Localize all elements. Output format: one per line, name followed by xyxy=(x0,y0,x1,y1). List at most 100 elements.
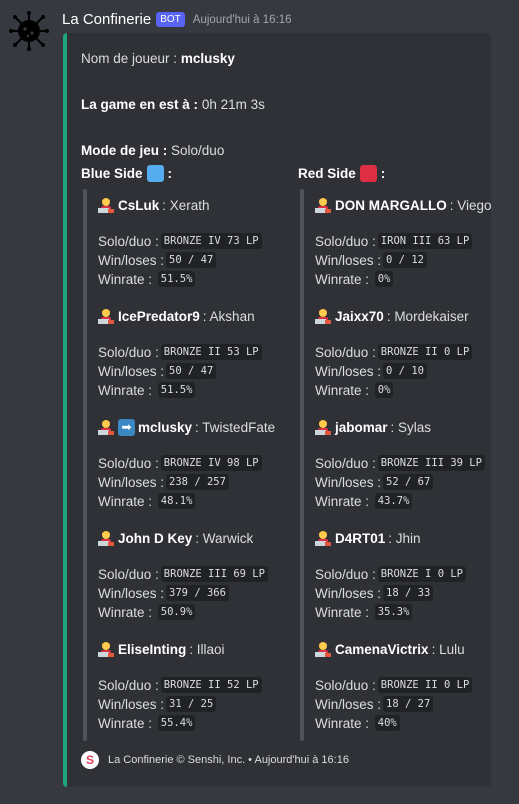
wl-label: Win/loses : xyxy=(98,474,165,490)
rank-value: BRONZE III 39 LP xyxy=(377,455,485,471)
game-mode-field: Mode de jeu : Solo/duo xyxy=(81,143,224,158)
champion: : Lulu xyxy=(431,642,465,657)
winrate-label: Winrate : xyxy=(98,382,153,398)
winrate-label: Winrate : xyxy=(315,604,370,620)
wl-value: 238 / 257 xyxy=(166,474,229,490)
wl-label: Win/loses : xyxy=(315,474,382,490)
technologist-icon xyxy=(315,641,332,658)
blockquote-bar xyxy=(83,189,87,741)
technologist-icon xyxy=(315,308,332,325)
blockquote-bar xyxy=(300,189,304,741)
winrate-label: Winrate : xyxy=(98,604,153,620)
rank-label: Solo/duo : xyxy=(315,344,376,360)
team-color-square-icon xyxy=(359,165,377,182)
winrate-value: 40% xyxy=(374,715,400,731)
champion: : Jhin xyxy=(388,531,421,546)
winrate-label: Winrate : xyxy=(98,715,153,731)
senshi-logo-icon: S xyxy=(81,751,99,769)
team-title: Blue Side: xyxy=(81,165,172,182)
team-color-square-icon xyxy=(146,165,164,182)
champion: : Xerath xyxy=(162,198,210,213)
player-name: D4RT01 xyxy=(335,531,386,546)
champion: : TwistedFate xyxy=(195,420,276,435)
username[interactable]: La Confinerie xyxy=(62,11,151,28)
team-name: Red Side xyxy=(298,166,356,181)
winrate-value: 50.9% xyxy=(157,604,196,620)
player-name: John D Key xyxy=(118,531,193,546)
field-value: Solo/duo xyxy=(171,143,225,158)
wl-value: 31 / 25 xyxy=(166,696,217,712)
winrate-label: Winrate : xyxy=(315,271,370,287)
player-name: mclusky xyxy=(138,420,193,435)
field-label: La game en est à : xyxy=(81,97,199,112)
wl-value: 0 / 10 xyxy=(383,363,427,379)
rank-label: Solo/duo : xyxy=(315,566,376,582)
rank-value: IRON III 63 LP xyxy=(377,233,473,249)
embed-footer: S La Confinerie © Senshi, Inc. • Aujourd… xyxy=(81,751,349,769)
rank-value: BRONZE III 69 LP xyxy=(160,566,268,582)
rank-value: BRONZE IV 98 LP xyxy=(160,455,262,471)
winrate-label: Winrate : xyxy=(98,271,153,287)
technologist-icon xyxy=(98,419,115,436)
technologist-icon xyxy=(98,197,115,214)
player-name: IcePredator9 xyxy=(118,309,200,324)
winrate-value: 48.1% xyxy=(157,493,196,509)
wl-value: 18 / 33 xyxy=(383,585,434,601)
wl-value: 379 / 366 xyxy=(166,585,229,601)
technologist-icon xyxy=(98,641,115,658)
winrate-label: Winrate : xyxy=(315,382,370,398)
player-name: CsLuk xyxy=(118,198,160,213)
player-name: Jaixx70 xyxy=(335,309,384,324)
wl-label: Win/loses : xyxy=(98,252,165,268)
rank-label: Solo/duo : xyxy=(98,566,159,582)
field-value: 0h 21m 3s xyxy=(201,97,265,112)
bot-badge: BOT xyxy=(156,12,185,27)
wl-label: Win/loses : xyxy=(315,363,382,379)
winrate-value: 35.3% xyxy=(374,604,413,620)
champion: : Sylas xyxy=(390,420,432,435)
virus-icon[interactable] xyxy=(8,10,50,52)
winrate-value: 43.7% xyxy=(374,493,413,509)
arrow-right-icon: ➡ xyxy=(118,419,135,436)
player-name: jabomar xyxy=(335,420,388,435)
technologist-icon xyxy=(315,197,332,214)
wl-label: Win/loses : xyxy=(98,585,165,601)
champion: : Akshan xyxy=(202,309,255,324)
player-name: EliseInting xyxy=(118,642,187,657)
rank-value: BRONZE II 52 LP xyxy=(160,677,262,693)
wl-value: 50 / 47 xyxy=(166,363,217,379)
winrate-value: 55.4% xyxy=(157,715,196,731)
wl-label: Win/loses : xyxy=(315,252,382,268)
rank-value: BRONZE I 0 LP xyxy=(377,566,466,582)
winrate-label: Winrate : xyxy=(315,493,370,509)
wl-label: Win/loses : xyxy=(98,363,165,379)
field-label: Mode de jeu : xyxy=(81,143,168,158)
team-name: Blue Side xyxy=(81,166,143,181)
winrate-label: Winrate : xyxy=(315,715,370,731)
timestamp: Aujourd'hui à 16:16 xyxy=(192,13,292,26)
player-name: DON MARGALLO xyxy=(335,198,447,213)
winrate-label: Winrate : xyxy=(98,493,153,509)
wl-value: 18 / 27 xyxy=(383,696,434,712)
winrate-value: 0% xyxy=(374,271,394,287)
rank-label: Solo/duo : xyxy=(98,455,159,471)
wl-label: Win/loses : xyxy=(315,696,382,712)
field-value: mclusky xyxy=(180,51,235,66)
game-time-field: La game en est à : 0h 21m 3s xyxy=(81,97,265,112)
rank-label: Solo/duo : xyxy=(315,455,376,471)
winrate-value: 51.5% xyxy=(157,382,196,398)
wl-value: 52 / 67 xyxy=(383,474,434,490)
field-label: Nom de joueur : xyxy=(81,51,178,66)
technologist-icon xyxy=(98,308,115,325)
footer-text: La Confinerie © Senshi, Inc. • Aujourd'h… xyxy=(108,754,349,766)
winrate-value: 0% xyxy=(374,382,394,398)
wl-value: 0 / 12 xyxy=(383,252,427,268)
rank-label: Solo/duo : xyxy=(315,677,376,693)
champion: : Illaoi xyxy=(189,642,225,657)
player-field: Nom de joueur : mclusky xyxy=(81,51,235,66)
winrate-value: 51.5% xyxy=(157,271,196,287)
message-header: La Confinerie BOT Aujourd'hui à 16:16 xyxy=(62,11,292,28)
rank-value: BRONZE IV 73 LP xyxy=(160,233,262,249)
rank-value: BRONZE II 53 LP xyxy=(160,344,262,360)
wl-label: Win/loses : xyxy=(315,585,382,601)
